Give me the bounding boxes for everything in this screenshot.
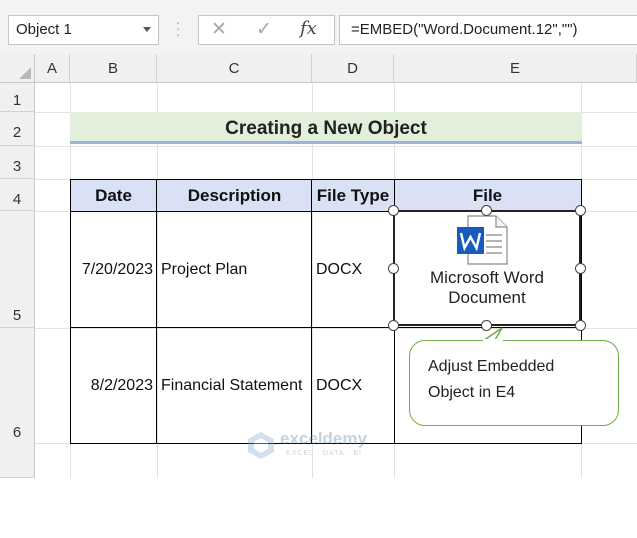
resize-handle-top-right[interactable] (575, 205, 586, 216)
header-file-type[interactable]: File Type (312, 179, 394, 212)
resize-handle-left[interactable] (388, 263, 399, 274)
row-header-4[interactable]: 4 (0, 179, 35, 211)
resize-handle-bottom-left[interactable] (388, 320, 399, 331)
annotation-callout: Adjust Embedded Object in E4 (409, 340, 619, 426)
exceldemy-logo-icon (248, 432, 274, 459)
table-border (70, 179, 71, 444)
table-border (311, 179, 312, 444)
column-header-b[interactable]: B (70, 54, 157, 83)
formula-input[interactable]: =EMBED("Word.Document.12","") (339, 15, 637, 45)
formula-buttons: ✕ ✓ fx (198, 15, 335, 45)
row-header-1[interactable]: 1 (0, 83, 35, 112)
table-border (70, 179, 582, 180)
more-options-icon[interactable]: · · · (175, 16, 181, 41)
cell-description[interactable]: Financial Statement (157, 328, 312, 443)
cell-date[interactable]: 8/2/2023 (70, 328, 157, 443)
column-header-e[interactable]: E (394, 54, 637, 83)
column-header-c[interactable]: C (157, 54, 312, 83)
cancel-icon[interactable]: ✕ (211, 18, 227, 41)
resize-handle-right[interactable] (575, 263, 586, 274)
table-border (156, 179, 157, 444)
row-header-5[interactable]: 5 (0, 211, 35, 328)
name-box-value: Object 1 (16, 21, 72, 38)
object-label-line1: Microsoft Word (430, 268, 544, 287)
name-box[interactable]: Object 1 (8, 15, 159, 45)
resize-handle-top[interactable] (481, 205, 492, 216)
callout-line2: Object in E4 (428, 384, 516, 401)
watermark-tagline: EXCEL · DATA · BI (286, 450, 362, 457)
insert-function-icon[interactable]: fx (300, 18, 317, 39)
callout-line1: Adjust Embedded (428, 358, 555, 375)
watermark: exceldemy EXCEL · DATA · BI (246, 428, 396, 464)
cell-file-type[interactable]: DOCX (312, 212, 394, 328)
word-doc-icon (457, 215, 508, 265)
enter-icon[interactable]: ✓ (256, 18, 272, 41)
callout-pointer-join (483, 339, 503, 342)
chevron-down-icon[interactable] (143, 27, 151, 32)
cell-file-type[interactable]: DOCX (312, 328, 394, 443)
cell-description[interactable]: Project Plan (157, 212, 312, 328)
object-label-line2: Document (448, 288, 526, 307)
row-header-6[interactable]: 6 (0, 328, 35, 478)
cell-date[interactable]: 7/20/2023 (70, 212, 157, 328)
resize-handle-bottom-right[interactable] (575, 320, 586, 331)
select-all-corner[interactable] (0, 54, 35, 83)
row-header-2[interactable]: 2 (0, 112, 35, 146)
watermark-brand: exceldemy (280, 429, 367, 448)
sheet-title[interactable]: Creating a New Object (70, 112, 582, 144)
gridline (35, 146, 637, 147)
column-header-d[interactable]: D (312, 54, 394, 83)
resize-handle-top-left[interactable] (388, 205, 399, 216)
column-header-a[interactable]: A (35, 54, 70, 83)
embedded-object-label: Microsoft Word Document (400, 268, 574, 308)
header-description[interactable]: Description (157, 179, 312, 212)
header-date[interactable]: Date (70, 179, 157, 212)
row-header-3[interactable]: 3 (0, 146, 35, 179)
